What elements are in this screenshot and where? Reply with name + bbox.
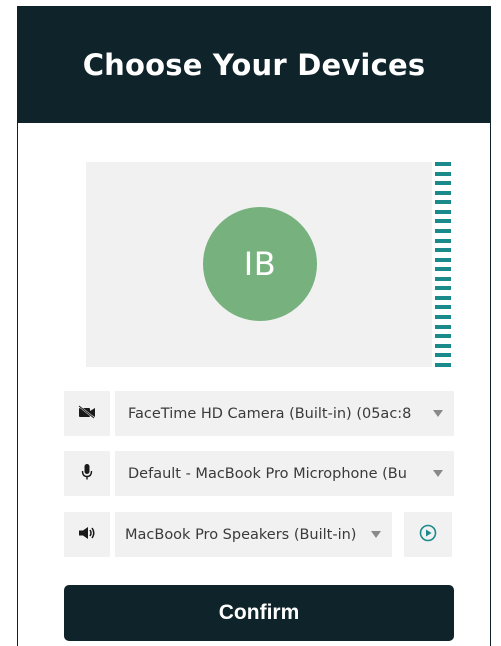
level-meter-segment (435, 190, 451, 195)
chevron-down-icon (433, 410, 443, 417)
level-meter-segment (435, 171, 451, 176)
camera-select[interactable]: FaceTime HD Camera (Built-in) (05ac:8 (115, 391, 454, 436)
level-meter-segment (435, 343, 451, 348)
test-speaker-button[interactable] (404, 512, 452, 557)
device-chooser-dialog: Choose Your Devices IB FaceTime HD Camer… (17, 6, 491, 646)
video-preview: IB (86, 162, 451, 367)
camera-select-value: FaceTime HD Camera (Built-in) (05ac:8 (128, 405, 412, 422)
level-meter-segment (435, 315, 451, 319)
level-meter-segment (435, 353, 451, 358)
level-meter-segment (435, 362, 451, 367)
microphone-icon (81, 463, 93, 485)
play-circle-icon (419, 524, 437, 546)
speaker-select-value: MacBook Pro Speakers (Built-in) (125, 526, 357, 543)
level-meter-segment (435, 276, 451, 281)
video-camera-off-icon (78, 404, 96, 423)
level-meter-segment (435, 248, 451, 253)
level-meter-segment (435, 162, 451, 166)
dialog-header: Choose Your Devices (18, 7, 490, 123)
microphone-row: Default - MacBook Pro Microphone (Bu (64, 451, 454, 496)
camera-row: FaceTime HD Camera (Built-in) (05ac:8 (64, 391, 454, 436)
audio-level-meter (435, 162, 451, 367)
confirm-button[interactable]: Confirm (64, 585, 454, 641)
dialog-title: Choose Your Devices (82, 48, 426, 82)
chevron-down-icon (371, 531, 381, 538)
level-meter-segment (435, 181, 451, 186)
level-meter-segment (435, 324, 451, 329)
speaker-icon-box (64, 512, 110, 557)
level-meter-segment (435, 305, 451, 310)
microphone-select-value: Default - MacBook Pro Microphone (Bu (128, 465, 407, 482)
speaker-row: MacBook Pro Speakers (Built-in) (64, 512, 454, 557)
level-meter-segment (435, 219, 451, 224)
level-meter-segment (435, 200, 451, 205)
microphone-icon-box (64, 451, 110, 496)
speaker-icon (78, 525, 96, 544)
level-meter-segment (435, 295, 451, 300)
microphone-select[interactable]: Default - MacBook Pro Microphone (Bu (115, 451, 454, 496)
chevron-down-icon (433, 470, 443, 477)
level-meter-segment (435, 334, 451, 339)
level-meter-segment (435, 209, 451, 214)
level-meter-segment (435, 228, 451, 233)
level-meter-segment (435, 286, 451, 291)
level-meter-segment (435, 257, 451, 262)
level-meter-segment (435, 267, 451, 272)
avatar: IB (203, 207, 317, 321)
speaker-select[interactable]: MacBook Pro Speakers (Built-in) (115, 512, 392, 557)
camera-icon-box (64, 391, 110, 436)
level-meter-segment (435, 238, 451, 243)
